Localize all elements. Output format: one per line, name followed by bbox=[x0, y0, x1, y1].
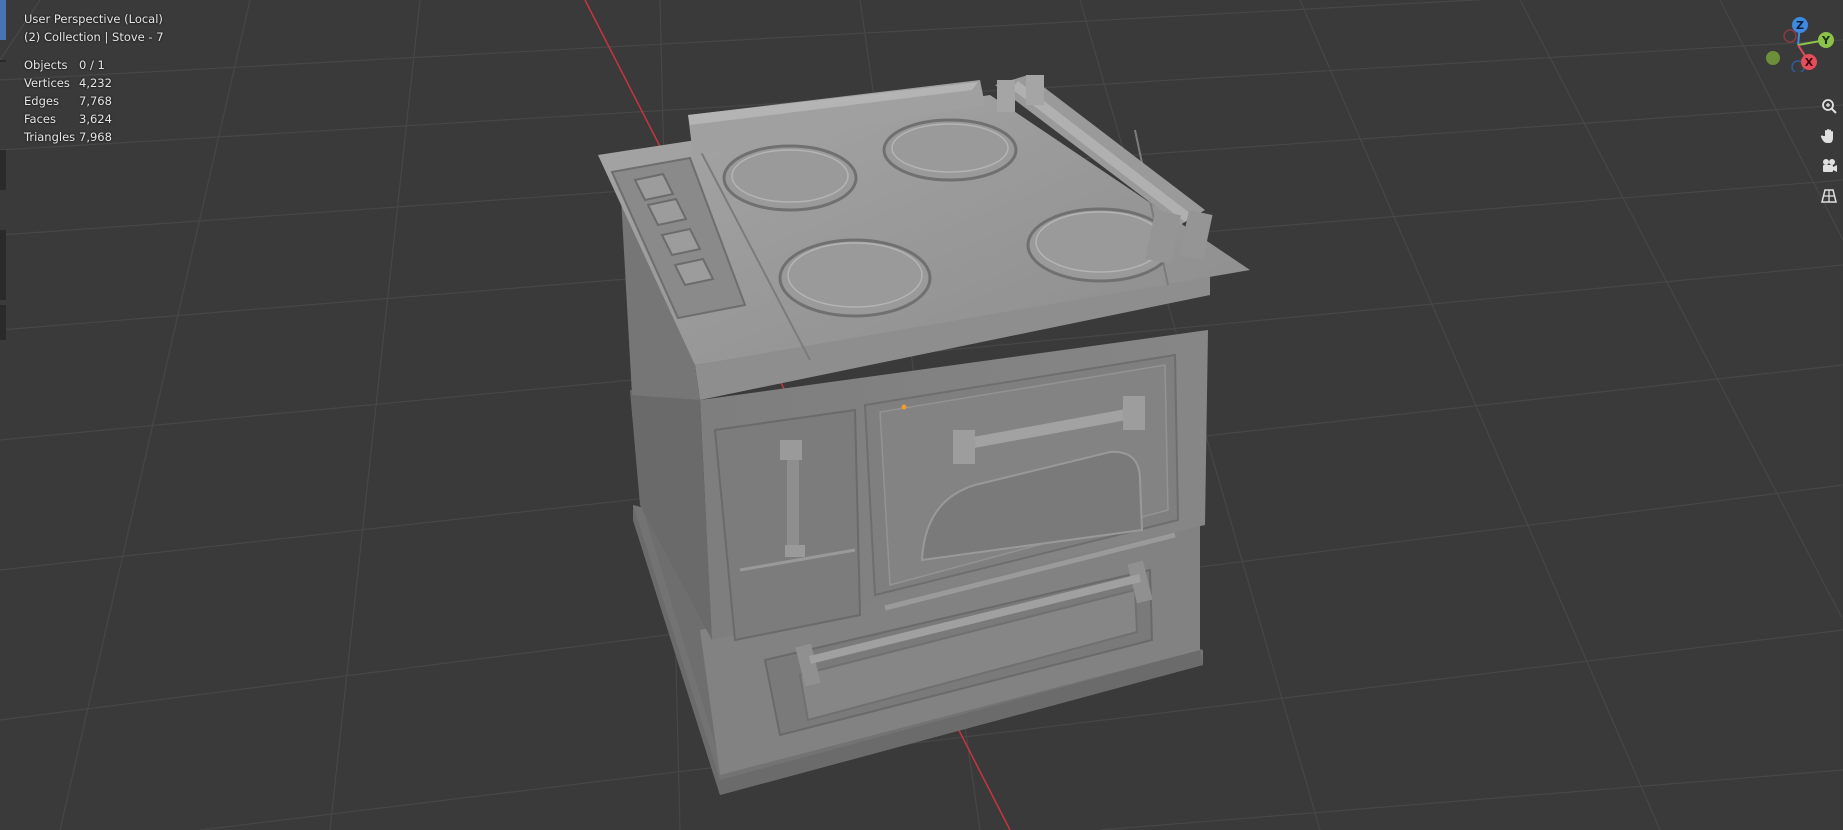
stat-row: Vertices 4,232 bbox=[24, 74, 139, 92]
toolbar-tool[interactable] bbox=[0, 305, 6, 340]
stat-key: Objects bbox=[24, 58, 68, 72]
neg-y-axis-handle[interactable] bbox=[1766, 51, 1780, 65]
3d-viewport[interactable] bbox=[0, 0, 1843, 830]
stat-row: Triangles 7,968 bbox=[24, 128, 139, 146]
toolbar-separator bbox=[0, 60, 6, 62]
navigation-gizmo[interactable]: Z Y X bbox=[1753, 12, 1843, 72]
toolbar-tool[interactable] bbox=[0, 150, 6, 190]
viewport-canvas[interactable] bbox=[0, 0, 1843, 830]
stove-model[interactable] bbox=[598, 75, 1250, 795]
stat-value: 3,624 bbox=[79, 112, 112, 126]
stat-value: 4,232 bbox=[79, 76, 112, 90]
stat-key: Vertices bbox=[24, 76, 70, 90]
scene-statistics: Objects 0 / 1 Vertices 4,232 Edges 7,768 Fa… bbox=[24, 56, 139, 146]
stat-row: Edges 7,768 bbox=[24, 92, 139, 110]
stat-value: 7,968 bbox=[79, 130, 112, 144]
camera-icon[interactable] bbox=[1817, 154, 1841, 178]
stat-value: 7,768 bbox=[79, 94, 112, 108]
stat-key: Faces bbox=[24, 112, 56, 126]
collection-label: (2) Collection | Stove - 7 bbox=[24, 30, 164, 44]
neg-x-axis-handle[interactable] bbox=[1783, 29, 1797, 43]
stat-key: Triangles bbox=[24, 130, 76, 144]
viewport-info: User Perspective (Local) (2) Collection … bbox=[24, 10, 164, 46]
stat-key: Edges bbox=[24, 94, 59, 108]
ortho-grid-icon[interactable] bbox=[1817, 184, 1841, 208]
pan-hand-icon[interactable] bbox=[1817, 124, 1841, 148]
toolbar-tool[interactable] bbox=[0, 230, 6, 300]
view-label: User Perspective (Local) bbox=[24, 12, 163, 26]
stat-row: Faces 3,624 bbox=[24, 110, 139, 128]
y-axis-label: Y bbox=[1821, 34, 1831, 47]
left-toolbar-strip bbox=[0, 0, 6, 340]
stat-value: 0 / 1 bbox=[79, 58, 105, 72]
z-axis-label: Z bbox=[1796, 19, 1804, 32]
zoom-icon[interactable] bbox=[1817, 94, 1841, 118]
active-tool-indicator[interactable] bbox=[0, 0, 6, 40]
x-axis-label: X bbox=[1805, 56, 1814, 69]
stat-row: Objects 0 / 1 bbox=[24, 56, 139, 74]
